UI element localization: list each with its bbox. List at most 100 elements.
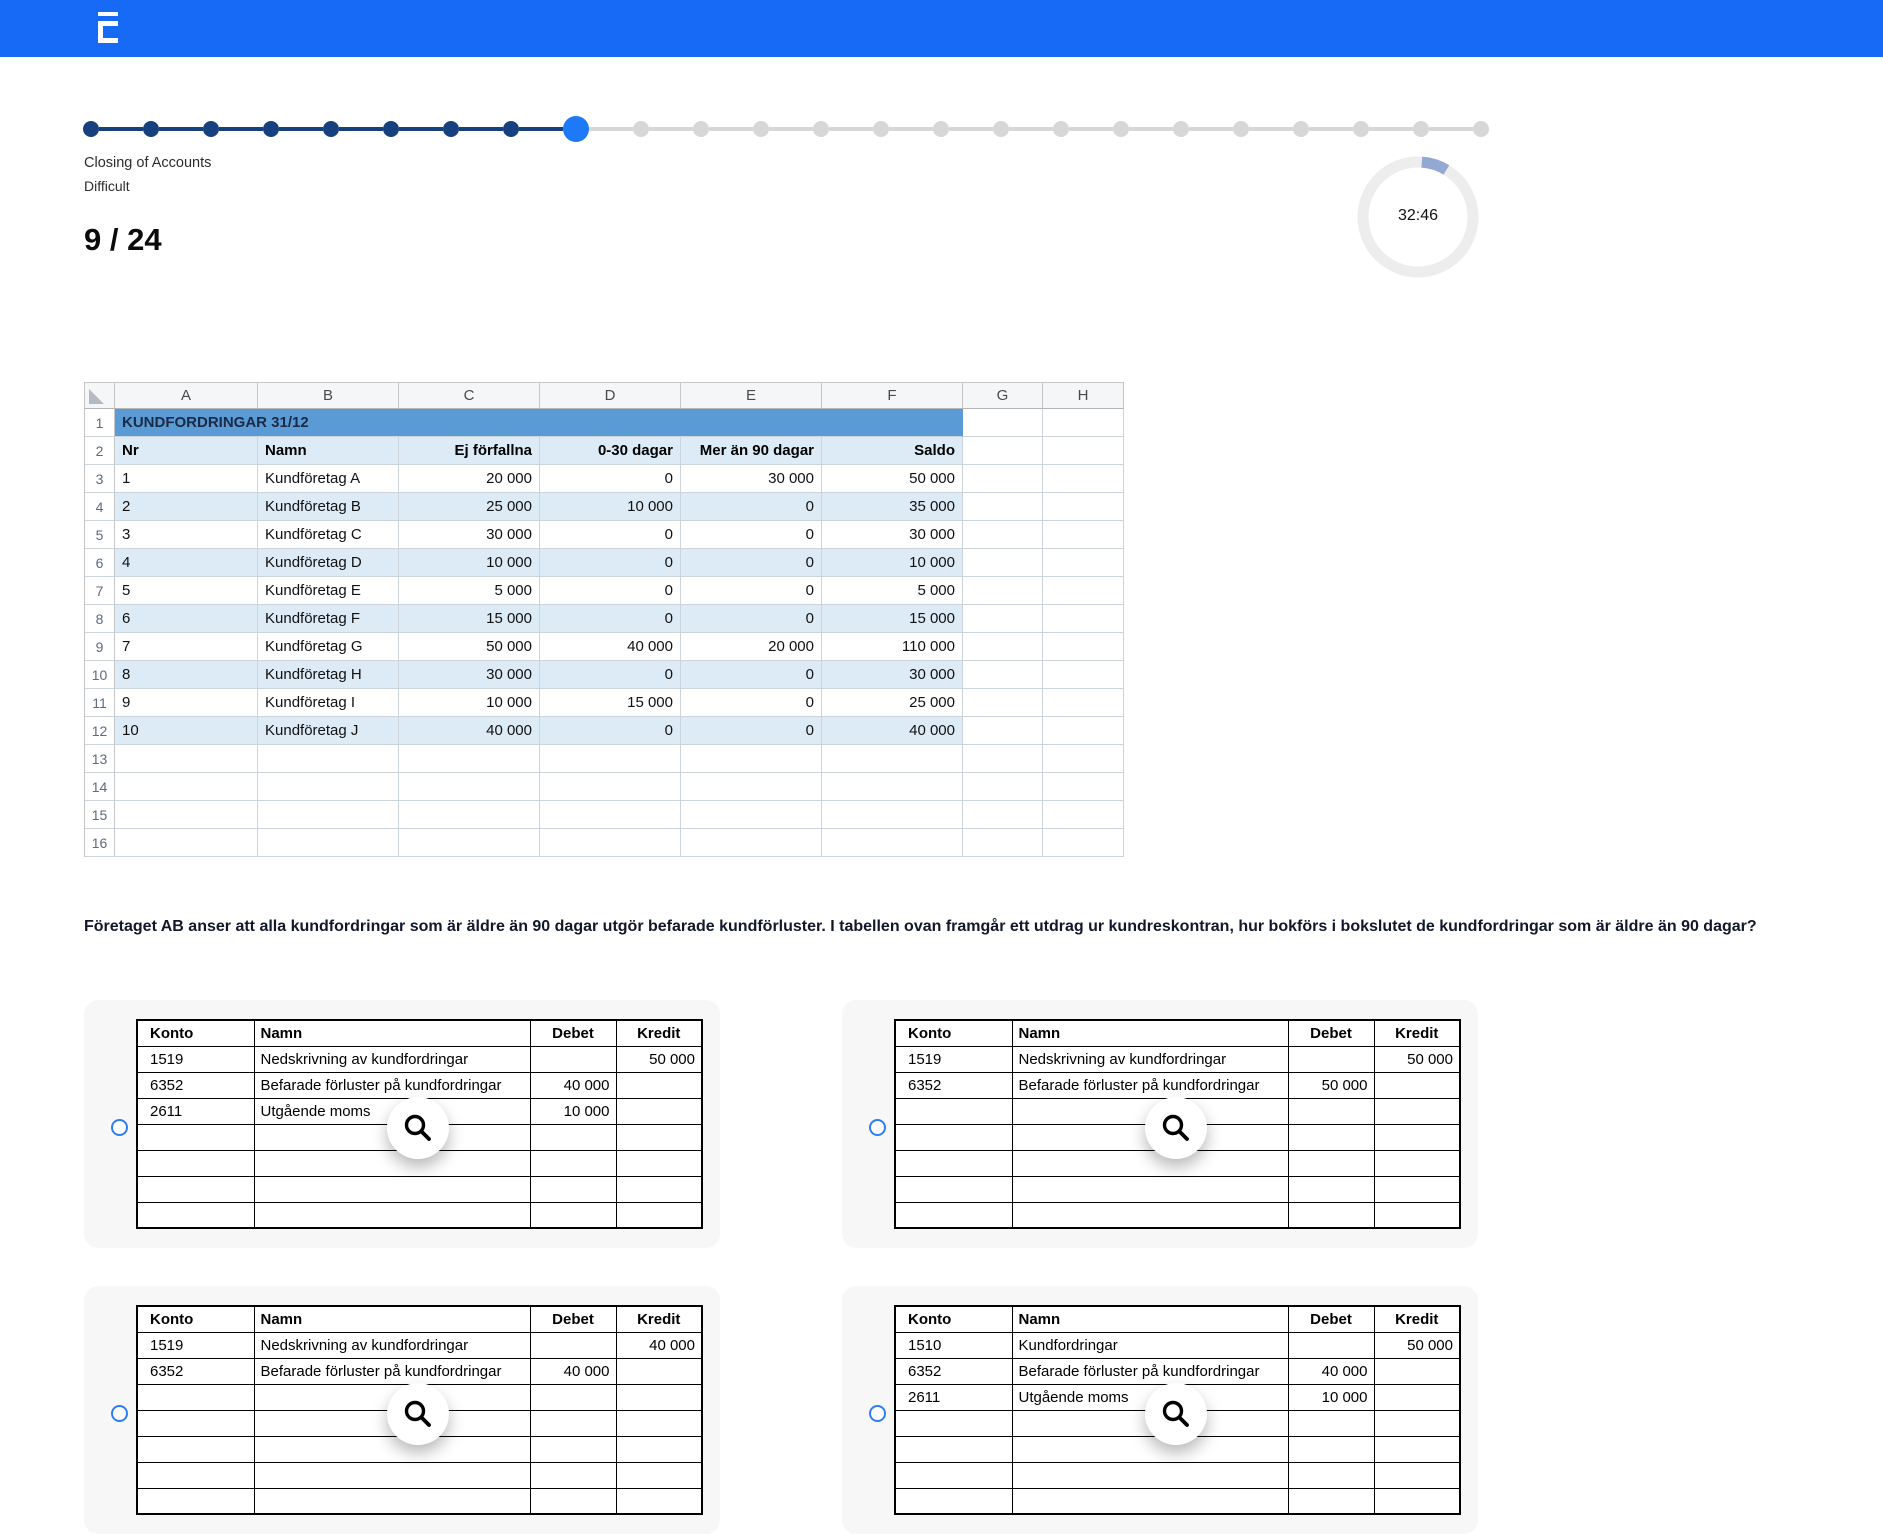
stepper-connector	[949, 127, 993, 131]
journal-header-row: KontoNamnDebetKredit	[137, 1306, 702, 1332]
option-radio[interactable]	[111, 1119, 128, 1136]
option-radio[interactable]	[111, 1405, 128, 1422]
journal-cell	[530, 1150, 616, 1176]
stepper-dot	[753, 121, 769, 137]
stepper-dot	[1473, 121, 1489, 137]
journal-cell	[1288, 1046, 1374, 1072]
stepper-connector	[399, 127, 443, 131]
sheet-data-cell: 3	[115, 521, 258, 549]
stepper-dot	[933, 121, 949, 137]
answer-option-2[interactable]: KontoNamnDebetKredit1519Nedskrivning av …	[842, 1000, 1478, 1248]
sheet-data-cell: 30 000	[822, 661, 963, 689]
journal-cell	[1288, 1098, 1374, 1124]
journal-cell	[895, 1176, 1012, 1202]
sheet-data-cell: 30 000	[399, 521, 540, 549]
sheet-data-cell: 0	[540, 605, 681, 633]
sheet-data-cell: Kundföretag F	[258, 605, 399, 633]
sheet-cell-empty	[681, 801, 822, 829]
journal-cell: Befarade förluster på kundfordringar	[254, 1358, 530, 1384]
sheet-data-cell: 30 000	[822, 521, 963, 549]
sheet-data-cell: 110 000	[822, 633, 963, 661]
journal-cell	[1374, 1462, 1460, 1488]
sheet-data-cell: 25 000	[822, 689, 963, 717]
spreadsheet-grid: ABCDEFGH1KUNDFORDRINGAR 31/122NrNamnEj f…	[84, 382, 1124, 857]
row-number: 3	[85, 465, 115, 493]
sheet-cell-empty	[1043, 465, 1124, 493]
stepper-dot	[143, 121, 159, 137]
journal-header-cell: Debet	[1288, 1020, 1374, 1046]
journal-cell	[1288, 1332, 1374, 1358]
journal-cell	[1012, 1150, 1288, 1176]
journal-row	[137, 1462, 702, 1488]
magnifier-icon[interactable]	[387, 1097, 449, 1159]
journal-cell	[616, 1124, 702, 1150]
journal-cell	[895, 1150, 1012, 1176]
stepper-connector	[769, 127, 813, 131]
stepper-connector	[709, 127, 753, 131]
sheet-data-cell: 0	[540, 521, 681, 549]
journal-cell	[530, 1124, 616, 1150]
sheet-data-cell: 7	[115, 633, 258, 661]
sheet-data-cell: Kundföretag B	[258, 493, 399, 521]
sheet-cell-empty	[1043, 717, 1124, 745]
answer-option-3[interactable]: KontoNamnDebetKredit1519Nedskrivning av …	[84, 1286, 720, 1534]
select-all-triangle-icon	[89, 389, 104, 404]
sheet-header-cell: Mer än 90 dagar	[681, 437, 822, 465]
journal-cell: Kundfordringar	[1012, 1332, 1288, 1358]
sheet-cell-empty	[963, 577, 1043, 605]
journal-cell	[616, 1462, 702, 1488]
journal-cell	[1288, 1488, 1374, 1514]
journal-row	[137, 1202, 702, 1228]
magnifier-icon[interactable]	[1145, 1097, 1207, 1159]
sheet-cell-empty	[258, 801, 399, 829]
stepper-connector	[1009, 127, 1053, 131]
journal-cell	[1288, 1410, 1374, 1436]
sheet-cell-empty	[1043, 745, 1124, 773]
stepper-connector	[1429, 127, 1473, 131]
sheet-cell-empty	[681, 829, 822, 857]
journal-cell	[895, 1488, 1012, 1514]
sheet-data-cell: 1	[115, 465, 258, 493]
sheet-header-cell: Ej förfallna	[399, 437, 540, 465]
journal-cell	[254, 1488, 530, 1514]
sheet-cell-empty	[399, 745, 540, 773]
journal-cell	[1288, 1150, 1374, 1176]
stepper-dot	[1173, 121, 1189, 137]
sheet-data-cell: Kundföretag J	[258, 717, 399, 745]
magnifier-icon[interactable]	[387, 1383, 449, 1445]
answer-option-1[interactable]: KontoNamnDebetKredit1519Nedskrivning av …	[84, 1000, 720, 1248]
sheet-data-cell: 40 000	[540, 633, 681, 661]
sheet-cell-empty	[399, 801, 540, 829]
sheet-cell-empty	[963, 409, 1043, 437]
stepper-dot	[83, 121, 99, 137]
sheet-cell-empty	[963, 717, 1043, 745]
sheet-data-cell: 9	[115, 689, 258, 717]
journal-header-cell: Namn	[1012, 1020, 1288, 1046]
sheet-cell-empty	[258, 773, 399, 801]
option-radio[interactable]	[869, 1119, 886, 1136]
journal-cell	[895, 1410, 1012, 1436]
answer-option-4[interactable]: KontoNamnDebetKredit1510Kundfordringar50…	[842, 1286, 1478, 1534]
sheet-data-cell: 15 000	[822, 605, 963, 633]
sheet-data-cell: Kundföretag D	[258, 549, 399, 577]
journal-cell	[137, 1488, 254, 1514]
stepper-connector	[339, 127, 383, 131]
journal-cell	[616, 1436, 702, 1462]
sheet-cell-empty	[822, 745, 963, 773]
journal-cell	[1374, 1176, 1460, 1202]
journal-row	[137, 1488, 702, 1514]
journal-cell	[616, 1098, 702, 1124]
stepper-connector	[1129, 127, 1173, 131]
sheet-cell-empty	[681, 773, 822, 801]
journal-cell: 50 000	[1374, 1332, 1460, 1358]
journal-cell	[530, 1202, 616, 1228]
journal-cell	[1012, 1202, 1288, 1228]
sheet-data-cell: 10 000	[822, 549, 963, 577]
row-number: 6	[85, 549, 115, 577]
journal-cell	[1374, 1202, 1460, 1228]
option-radio[interactable]	[869, 1405, 886, 1422]
magnifier-icon[interactable]	[1145, 1383, 1207, 1445]
journal-cell: 50 000	[1374, 1046, 1460, 1072]
journal-cell	[530, 1462, 616, 1488]
journal-cell	[895, 1462, 1012, 1488]
